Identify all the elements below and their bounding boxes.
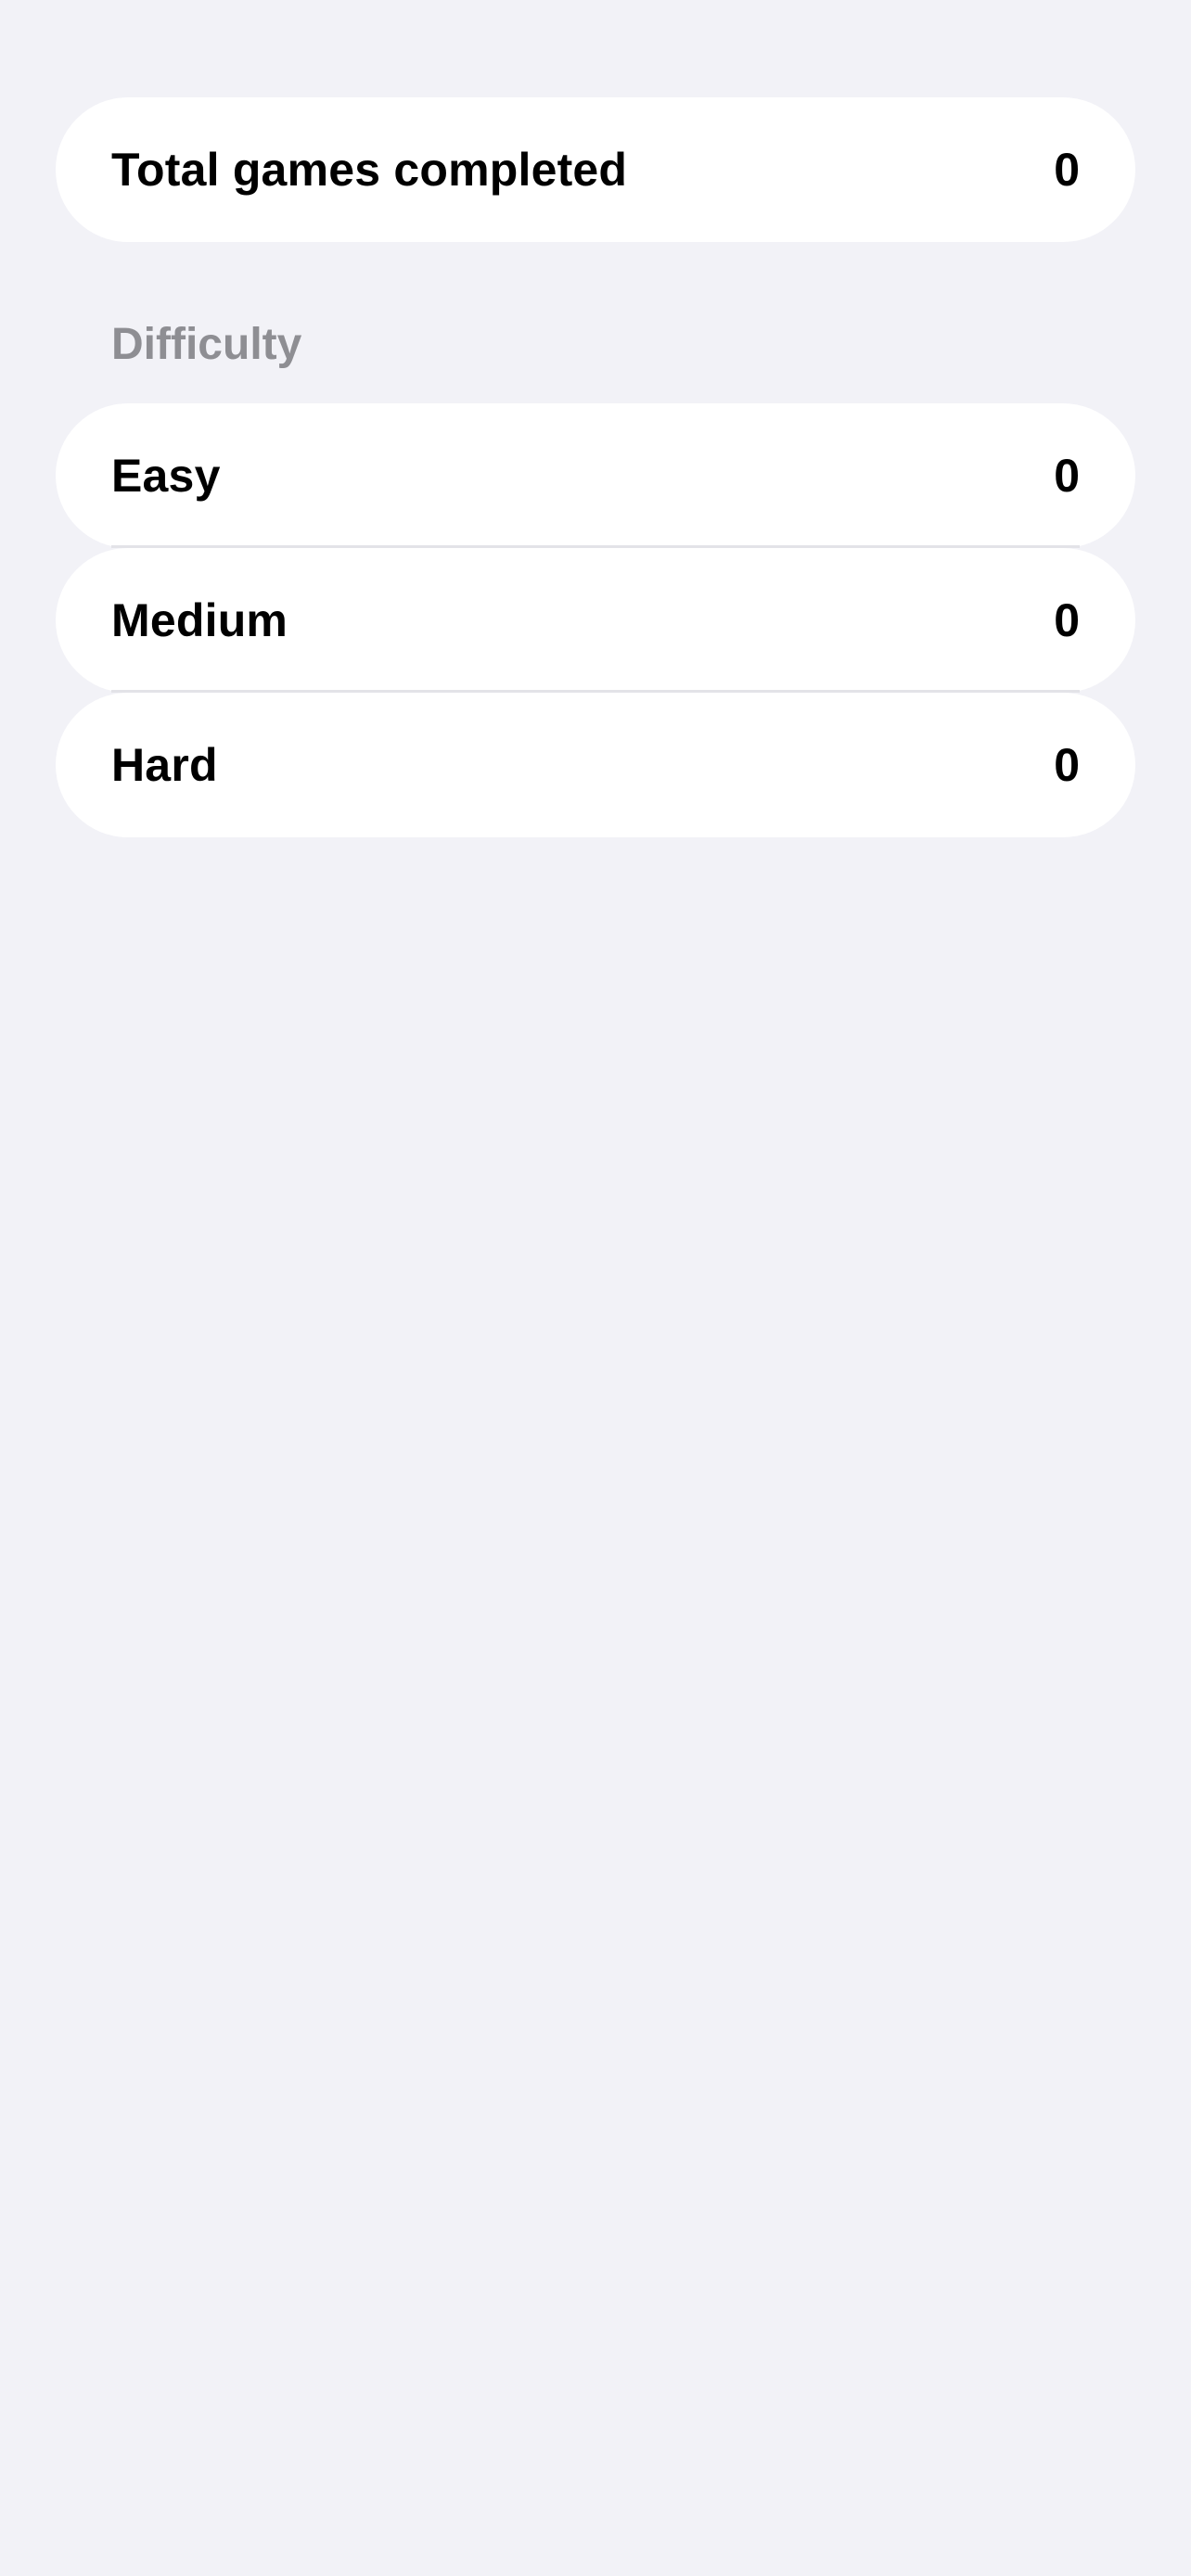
difficulty-label-medium: Medium xyxy=(111,594,288,646)
statistics-screen: Total games completed 0 Difficulty Easy … xyxy=(0,0,1191,2576)
difficulty-row-hard: Hard 0 xyxy=(56,693,1135,837)
total-games-label: Total games completed xyxy=(111,144,628,196)
difficulty-row-medium: Medium 0 xyxy=(56,548,1135,693)
difficulty-value-medium: 0 xyxy=(1054,594,1080,646)
difficulty-label-easy: Easy xyxy=(111,450,221,502)
difficulty-row-easy: Easy 0 xyxy=(56,403,1135,548)
difficulty-value-hard: 0 xyxy=(1054,739,1080,791)
total-games-value: 0 xyxy=(1054,144,1080,196)
difficulty-value-easy: 0 xyxy=(1054,450,1080,502)
difficulty-label-hard: Hard xyxy=(111,739,218,791)
difficulty-section-header: Difficulty xyxy=(111,320,302,369)
total-games-row: Total games completed 0 xyxy=(56,97,1135,242)
